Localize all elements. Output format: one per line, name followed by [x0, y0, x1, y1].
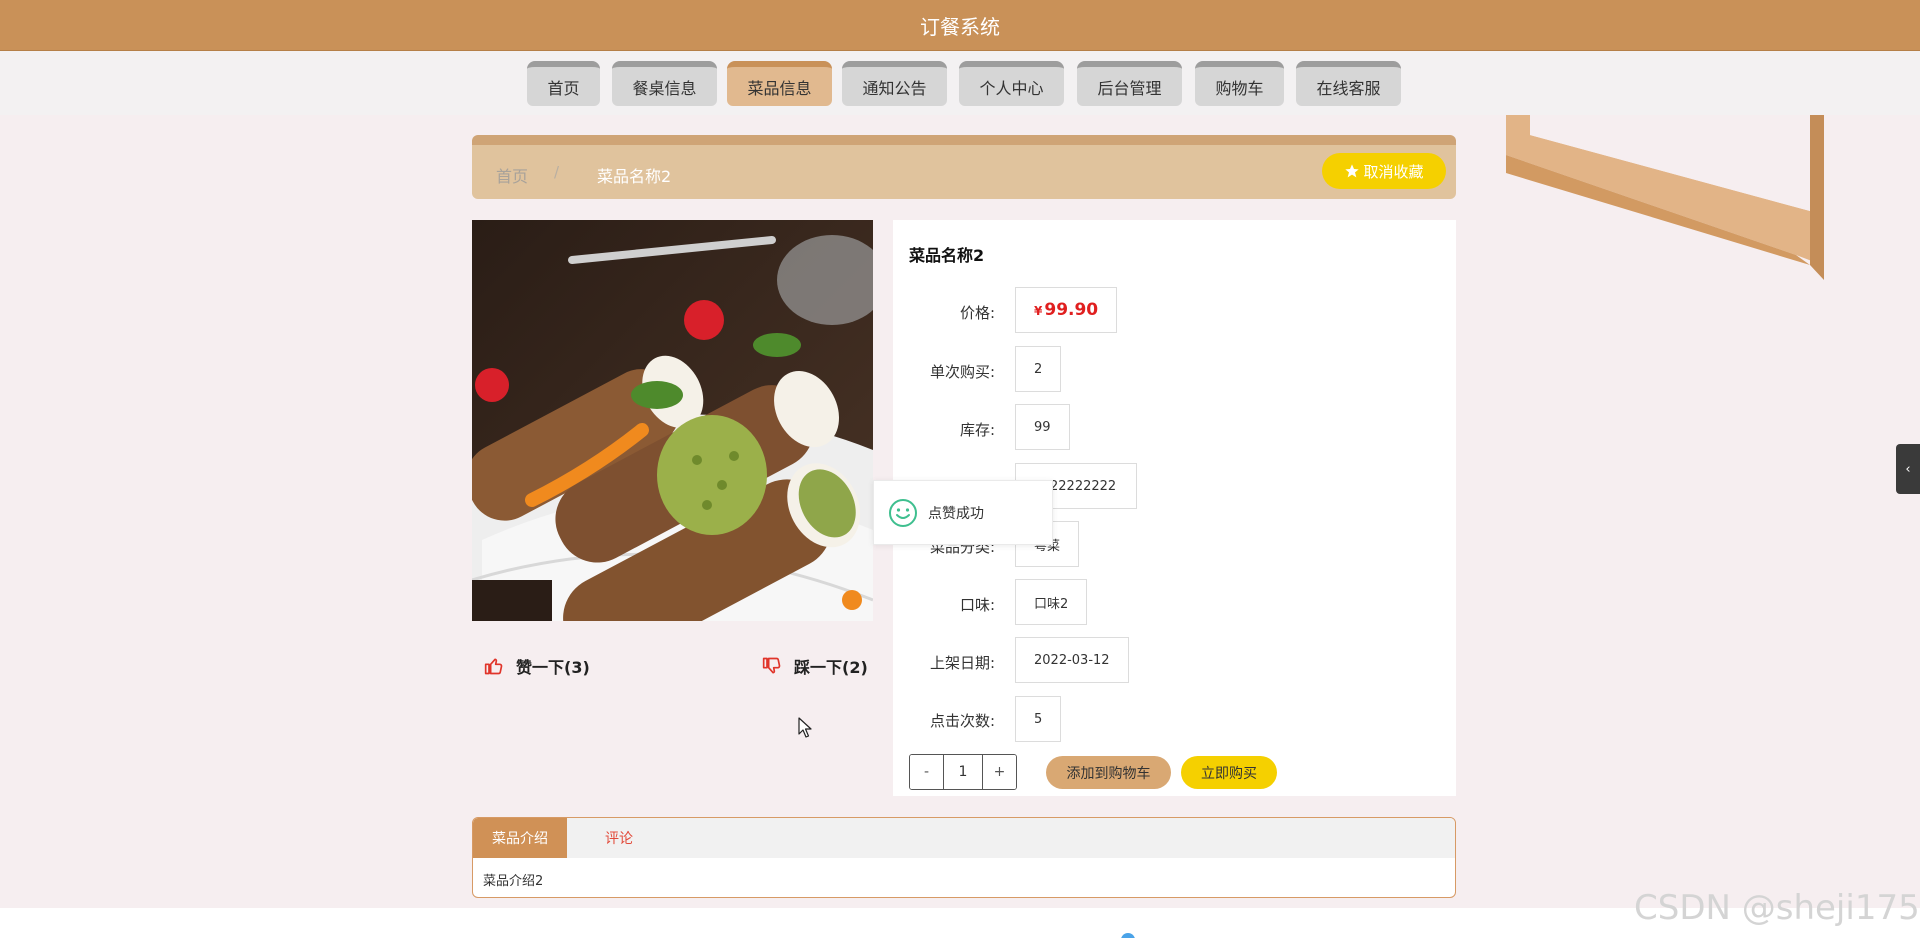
single-purchase-label: 单次购买: — [929, 363, 995, 381]
tab-introduction[interactable]: 菜品介绍 — [473, 818, 567, 858]
footer — [0, 908, 1920, 938]
listing-date-label: 上架日期: — [929, 654, 995, 672]
chevron-left-icon: ‹ — [1905, 461, 1911, 477]
breadcrumb: 首页 / 菜品名称2 取消收藏 — [472, 135, 1456, 199]
flavor-value: 口味2 — [1015, 579, 1088, 625]
quantity-input[interactable]: 1 — [943, 755, 983, 789]
buy-now-button[interactable]: 立即购买 — [1181, 756, 1277, 789]
breadcrumb-separator: / — [554, 163, 560, 181]
listing-date-value: 2022-03-12 — [1015, 637, 1129, 683]
add-to-cart-button[interactable]: 添加到购物车 — [1046, 756, 1171, 789]
nav-item-notices[interactable]: 通知公告 — [842, 61, 947, 106]
flavor-label: 口味: — [959, 596, 995, 614]
quantity-increase-button[interactable]: + — [983, 755, 1016, 789]
detail-tabs: 菜品介绍 评论 菜品介绍2 — [472, 817, 1456, 898]
side-panel-toggle[interactable]: ‹ — [1896, 444, 1920, 494]
stock-value: 99 — [1015, 404, 1070, 450]
smile-icon — [889, 498, 917, 527]
decorative-frame — [1506, 115, 1872, 280]
nav-item-home[interactable]: 首页 — [527, 61, 600, 106]
dish-photo — [472, 220, 873, 621]
watermark: CSDN @sheji175 — [1634, 888, 1920, 928]
quantity-decrease-button[interactable]: - — [910, 755, 943, 789]
single-purchase-value: 2 — [1015, 346, 1062, 392]
tabs-header: 菜品介绍 评论 — [473, 818, 1455, 858]
price-value-box: ¥99.90 — [1015, 287, 1118, 333]
click-count-value: 5 — [1015, 696, 1062, 742]
stock-label: 库存: — [959, 421, 995, 439]
toast-message: 点赞成功 — [873, 480, 1053, 545]
mouse-cursor-icon — [798, 717, 812, 738]
price-label: 价格: — [959, 304, 995, 322]
breadcrumb-current: 菜品名称2 — [597, 167, 672, 186]
like-button[interactable]: 赞一下(3) — [484, 654, 590, 678]
app-title: 订餐系统 — [920, 14, 1000, 39]
app-header: 订餐系统 — [0, 0, 1920, 51]
like-label: 赞一下(3) — [516, 658, 590, 677]
click-count-label: 点击次数: — [929, 712, 995, 730]
nav-item-dishes[interactable]: 菜品信息 — [727, 61, 832, 106]
quantity-stepper: - 1 + — [909, 754, 1017, 790]
dislike-label: 踩一下(2) — [794, 658, 868, 677]
nav-item-admin[interactable]: 后台管理 — [1077, 61, 1182, 106]
unfavorite-label: 取消收藏 — [1363, 162, 1424, 181]
tab-comments[interactable]: 评论 — [567, 818, 671, 858]
dish-name: 菜品名称2 — [909, 246, 985, 265]
thumbs-down-icon — [762, 657, 781, 674]
dislike-button[interactable]: 踩一下(2) — [762, 654, 868, 678]
tab-content: 菜品介绍2 — [483, 874, 544, 889]
star-icon — [1345, 164, 1360, 178]
main-nav: 首页 餐桌信息 菜品信息 通知公告 个人中心 后台管理 购物车 在线客服 — [0, 51, 1920, 115]
nav-item-cart[interactable]: 购物车 — [1195, 61, 1284, 106]
nav-item-profile[interactable]: 个人中心 — [959, 61, 1064, 106]
nav-item-tables[interactable]: 餐桌信息 — [612, 61, 717, 106]
toast-text: 点赞成功 — [928, 505, 984, 522]
breadcrumb-home[interactable]: 首页 — [496, 163, 528, 187]
thumbs-up-icon — [484, 658, 503, 675]
nav-item-support[interactable]: 在线客服 — [1296, 61, 1401, 106]
unfavorite-button[interactable]: 取消收藏 — [1322, 153, 1446, 189]
price-value: ¥99.90 — [1034, 300, 1099, 320]
